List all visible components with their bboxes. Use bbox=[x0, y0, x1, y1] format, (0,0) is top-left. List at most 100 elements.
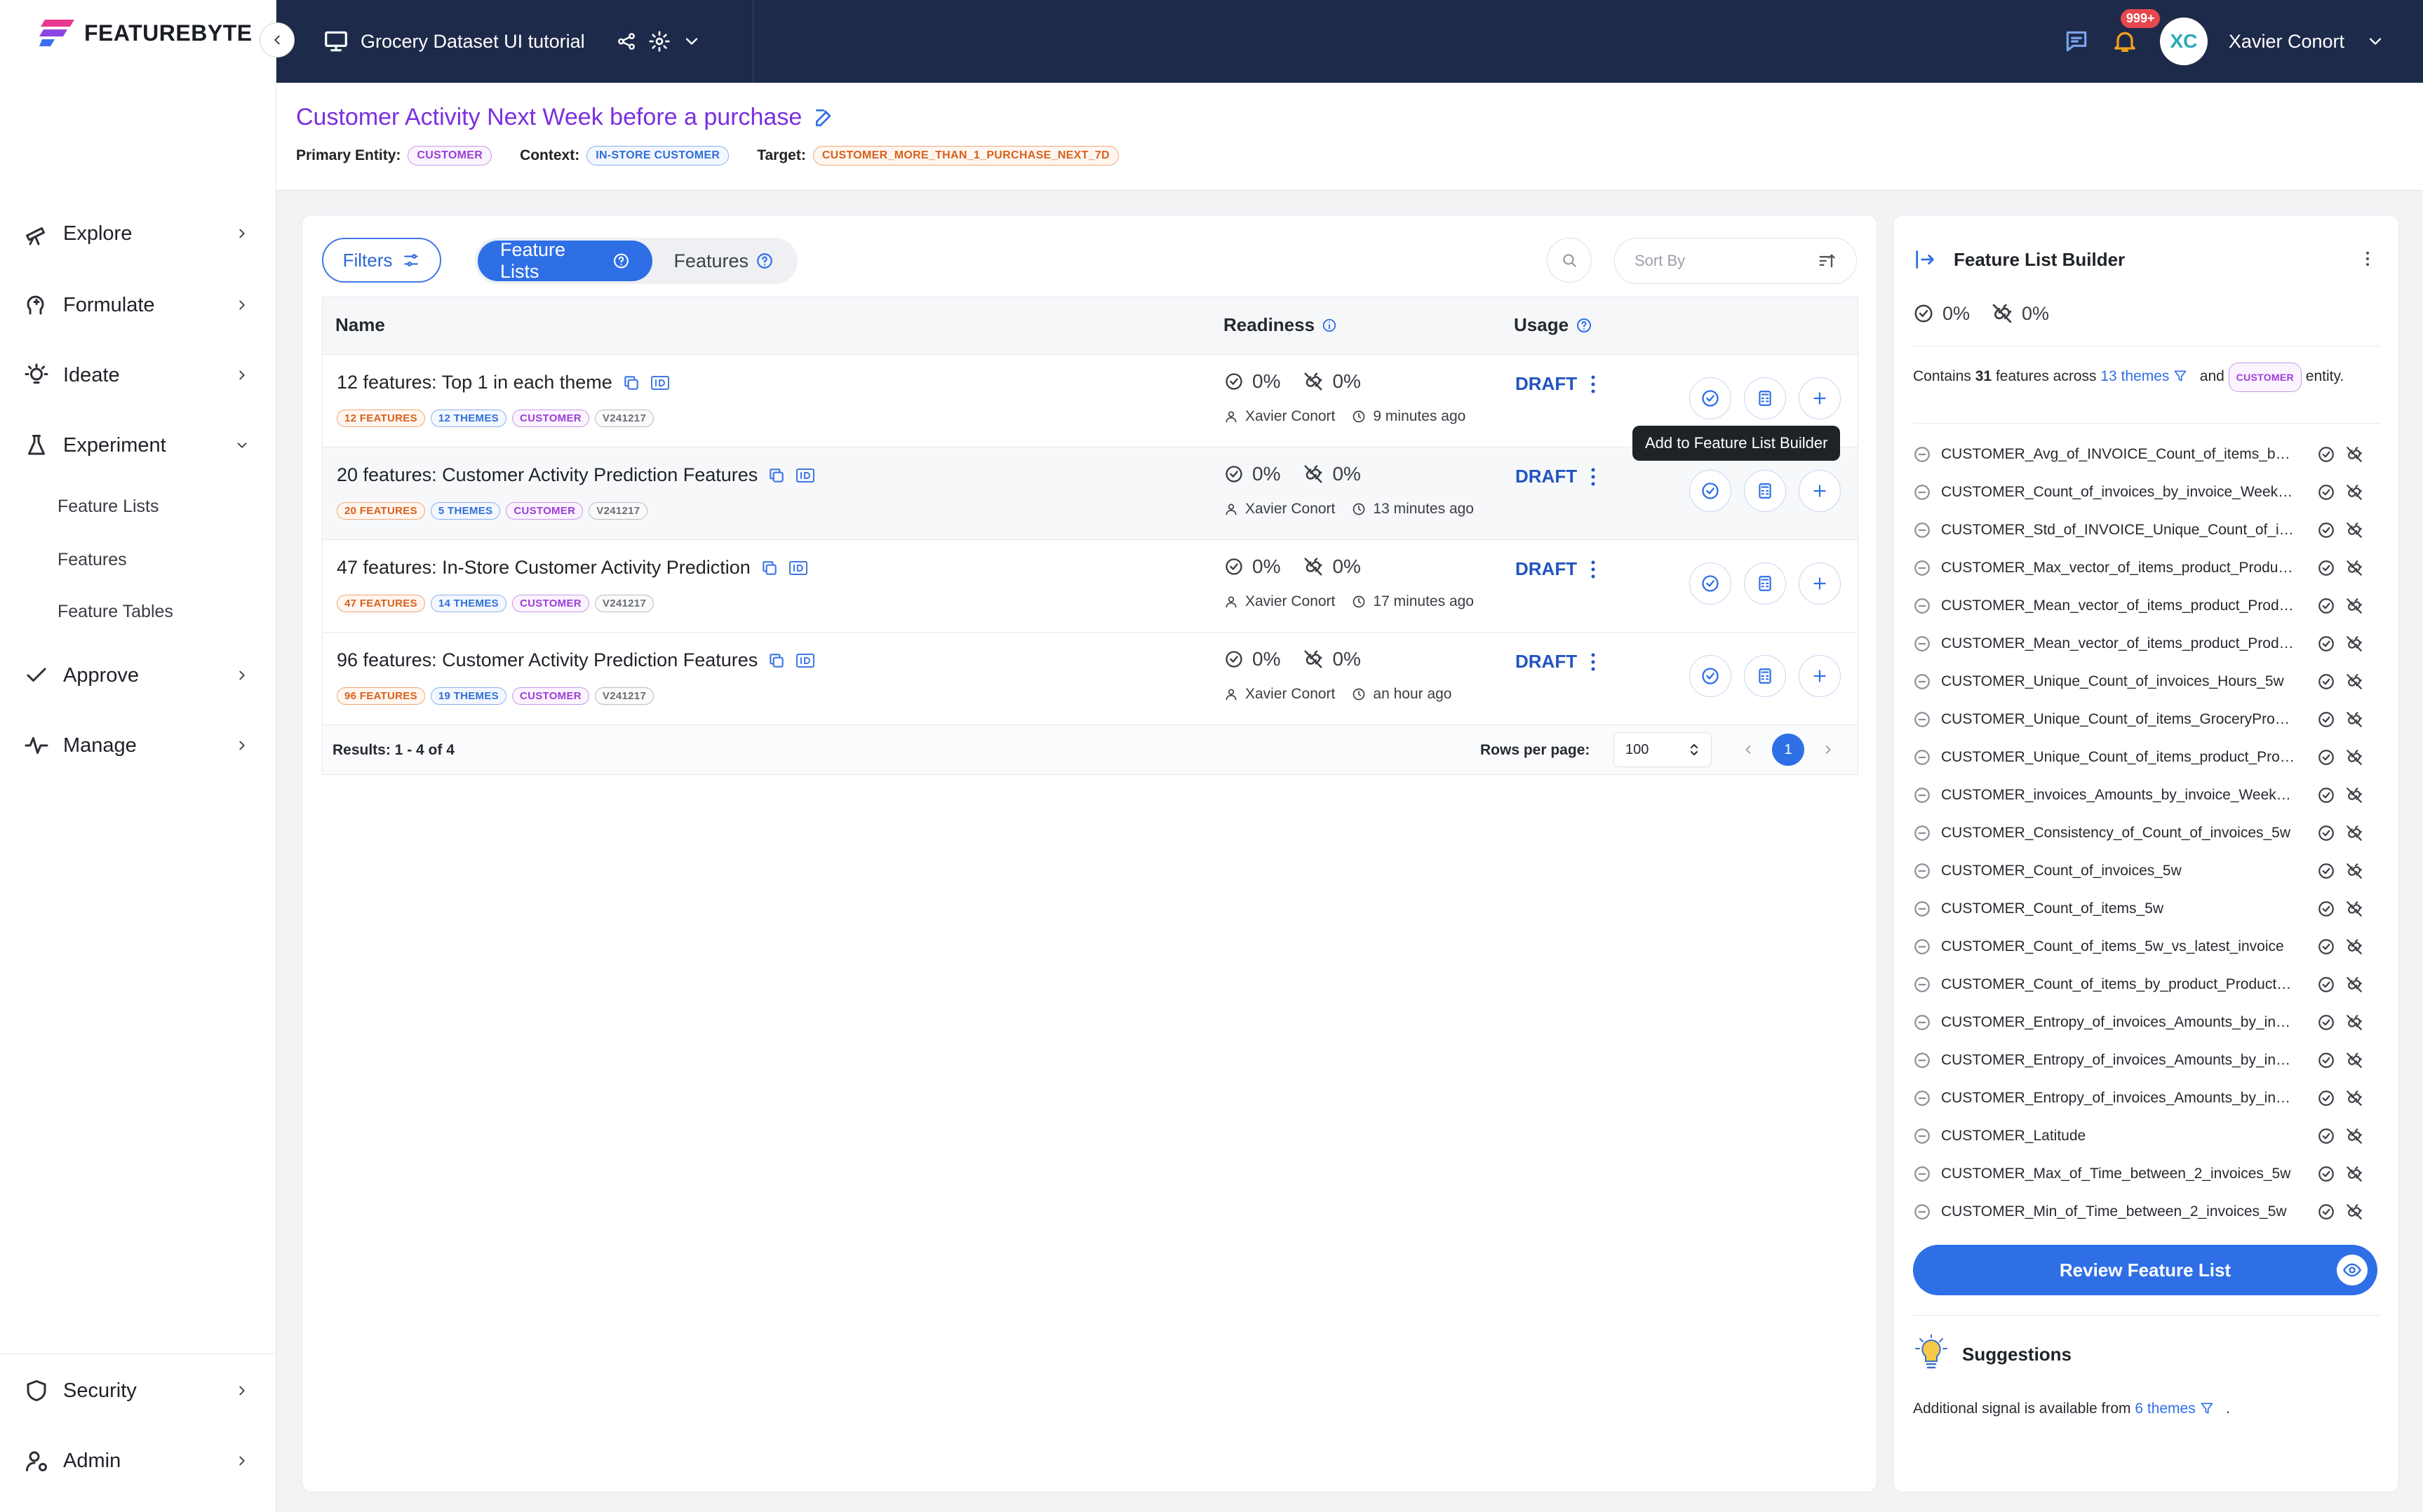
feature-item[interactable]: CUSTOMER_Count_of_items_5w bbox=[1913, 890, 2380, 928]
add-to-builder-button[interactable] bbox=[1799, 562, 1841, 605]
themes-link[interactable]: 13 themes bbox=[2100, 368, 2169, 384]
remove-circle-icon[interactable] bbox=[1913, 673, 1931, 691]
remove-circle-icon[interactable] bbox=[1913, 483, 1931, 501]
feature-item[interactable]: CUSTOMER_invoices_Amounts_by_invoice_Wee… bbox=[1913, 776, 2380, 814]
sub-feature-lists[interactable]: Feature Lists bbox=[58, 497, 159, 517]
feature-list-name[interactable]: 47 features: In-Store Customer Activity … bbox=[337, 557, 751, 579]
copy-icon[interactable] bbox=[767, 466, 786, 485]
page-button[interactable]: 1 bbox=[1772, 734, 1804, 766]
remove-circle-icon[interactable] bbox=[1913, 824, 1931, 842]
remove-circle-icon[interactable] bbox=[1913, 521, 1931, 539]
remove-circle-icon[interactable] bbox=[1913, 976, 1931, 994]
copy-icon[interactable] bbox=[622, 374, 640, 392]
feature-item[interactable]: CUSTOMER_Max_vector_of_items_product_Pro… bbox=[1913, 549, 2380, 587]
feature-item[interactable]: CUSTOMER_Unique_Count_of_items_GroceryPr… bbox=[1913, 701, 2380, 738]
filter-icon[interactable] bbox=[2200, 1401, 2214, 1415]
feature-item[interactable]: CUSTOMER_Unique_Count_of_invoices_Hours_… bbox=[1913, 663, 2380, 701]
share-icon[interactable] bbox=[616, 31, 637, 52]
table-row[interactable]: 47 features: In-Store Customer Activity … bbox=[323, 540, 1858, 633]
remove-circle-icon[interactable] bbox=[1913, 597, 1931, 615]
feature-item[interactable]: CUSTOMER_Count_of_invoices_5w bbox=[1913, 852, 2380, 890]
filters-button[interactable]: Filters bbox=[322, 238, 441, 283]
nav-formulate[interactable]: Formulate bbox=[0, 281, 276, 330]
remove-circle-icon[interactable] bbox=[1913, 938, 1931, 956]
feature-item[interactable]: CUSTOMER_Max_of_Time_between_2_invoices_… bbox=[1913, 1155, 2380, 1193]
sub-feature-tables[interactable]: Feature Tables bbox=[58, 602, 173, 622]
suggestions-themes-link[interactable]: 6 themes bbox=[2135, 1400, 2195, 1417]
remove-circle-icon[interactable] bbox=[1913, 1089, 1931, 1107]
table-row[interactable]: 96 features: Customer Activity Predictio… bbox=[323, 633, 1858, 725]
table-row[interactable]: 20 features: Customer Activity Predictio… bbox=[323, 447, 1858, 540]
remove-circle-icon[interactable] bbox=[1913, 786, 1931, 804]
feature-item[interactable]: CUSTOMER_Entropy_of_invoices_Amounts_by_… bbox=[1913, 1079, 2380, 1117]
feature-item[interactable]: CUSTOMER_Min_of_Time_between_2_invoices_… bbox=[1913, 1193, 2380, 1231]
chevron-right-icon[interactable] bbox=[1821, 743, 1835, 757]
notifications-bell[interactable]: 999+ bbox=[2111, 9, 2161, 55]
remove-circle-icon[interactable] bbox=[1913, 862, 1931, 880]
remove-circle-icon[interactable] bbox=[1913, 1127, 1931, 1145]
sub-features[interactable]: Features bbox=[58, 550, 127, 570]
collapse-sidebar-button[interactable] bbox=[260, 22, 295, 58]
table-row[interactable]: 12 features: Top 1 in each theme 12 FEATU… bbox=[323, 355, 1858, 447]
more-vertical-icon[interactable] bbox=[1590, 559, 1597, 580]
remove-circle-icon[interactable] bbox=[1913, 748, 1931, 767]
add-to-builder-button[interactable] bbox=[1799, 377, 1841, 419]
nav-admin[interactable]: Admin bbox=[0, 1436, 276, 1485]
id-icon[interactable] bbox=[796, 652, 815, 670]
add-to-builder-button[interactable] bbox=[1799, 655, 1841, 697]
add-to-builder-button[interactable] bbox=[1799, 470, 1841, 512]
remove-circle-icon[interactable] bbox=[1913, 710, 1931, 729]
feature-item[interactable]: CUSTOMER_Std_of_INVOICE_Unique_Count_of_… bbox=[1913, 511, 2380, 549]
feature-list-name[interactable]: 96 features: Customer Activity Predictio… bbox=[337, 649, 758, 671]
chevron-left-icon[interactable] bbox=[1741, 743, 1755, 757]
col-readiness[interactable]: Readiness bbox=[1223, 314, 1337, 336]
feature-list-name[interactable]: 12 features: Top 1 in each theme bbox=[337, 372, 612, 393]
feature-item[interactable]: CUSTOMER_Mean_vector_of_items_product_Pr… bbox=[1913, 587, 2380, 625]
remove-circle-icon[interactable] bbox=[1913, 559, 1931, 577]
tab-features[interactable]: Features bbox=[652, 241, 795, 281]
tab-feature-lists[interactable]: Feature Lists bbox=[478, 239, 653, 282]
gear-icon[interactable] bbox=[648, 30, 671, 53]
more-vertical-icon[interactable] bbox=[2358, 249, 2377, 269]
calculator-button[interactable] bbox=[1744, 377, 1786, 419]
nav-approve[interactable]: Approve bbox=[0, 651, 276, 700]
collapse-panel-icon[interactable] bbox=[1913, 248, 1937, 271]
id-icon[interactable] bbox=[788, 559, 808, 577]
sort-by-select[interactable]: Sort By bbox=[1614, 238, 1857, 284]
calculator-button[interactable] bbox=[1744, 470, 1786, 512]
remove-circle-icon[interactable] bbox=[1913, 1203, 1931, 1221]
chat-icon[interactable] bbox=[2063, 28, 2090, 55]
remove-circle-icon[interactable] bbox=[1913, 1051, 1931, 1069]
approve-button[interactable] bbox=[1689, 562, 1731, 605]
feature-item[interactable]: CUSTOMER_Mean_vector_of_items_product_Pr… bbox=[1913, 625, 2380, 663]
target-tag[interactable]: CUSTOMER_MORE_THAN_1_PURCHASE_NEXT_7D bbox=[812, 146, 1119, 166]
id-icon[interactable] bbox=[650, 374, 670, 392]
nav-ideate[interactable]: Ideate bbox=[0, 351, 276, 400]
remove-circle-icon[interactable] bbox=[1913, 900, 1931, 918]
copy-icon[interactable] bbox=[767, 652, 786, 670]
filter-icon[interactable] bbox=[2173, 369, 2187, 383]
edit-icon[interactable] bbox=[813, 107, 835, 129]
feature-item[interactable]: CUSTOMER_Avg_of_INVOICE_Count_of_items_b… bbox=[1913, 436, 2380, 473]
remove-circle-icon[interactable] bbox=[1913, 445, 1931, 464]
feature-item[interactable]: CUSTOMER_Count_of_items_5w_vs_latest_inv… bbox=[1913, 928, 2380, 966]
logo[interactable]: FEATUREBYTE bbox=[39, 17, 253, 49]
search-button[interactable] bbox=[1547, 238, 1592, 283]
feature-item[interactable]: CUSTOMER_Entropy_of_invoices_Amounts_by_… bbox=[1913, 1004, 2380, 1041]
context-tag[interactable]: IN-STORE CUSTOMER bbox=[586, 146, 730, 166]
more-vertical-icon[interactable] bbox=[1590, 374, 1597, 395]
chevron-down-icon[interactable] bbox=[2365, 32, 2385, 51]
nav-security[interactable]: Security bbox=[0, 1366, 276, 1415]
calculator-button[interactable] bbox=[1744, 562, 1786, 605]
project-selector[interactable]: Grocery Dataset UI tutorial bbox=[276, 0, 753, 83]
approve-button[interactable] bbox=[1689, 655, 1731, 697]
nav-manage[interactable]: Manage bbox=[0, 721, 276, 770]
remove-circle-icon[interactable] bbox=[1913, 1013, 1931, 1032]
id-icon[interactable] bbox=[796, 466, 815, 485]
nav-experiment[interactable]: Experiment bbox=[0, 421, 276, 470]
nav-explore[interactable]: Explore bbox=[0, 209, 276, 258]
feature-item[interactable]: CUSTOMER_Count_of_invoices_by_invoice_We… bbox=[1913, 473, 2380, 511]
approve-button[interactable] bbox=[1689, 470, 1731, 512]
user-name[interactable]: Xavier Conort bbox=[2229, 31, 2344, 53]
feature-item[interactable]: CUSTOMER_Unique_Count_of_items_product_P… bbox=[1913, 738, 2380, 776]
